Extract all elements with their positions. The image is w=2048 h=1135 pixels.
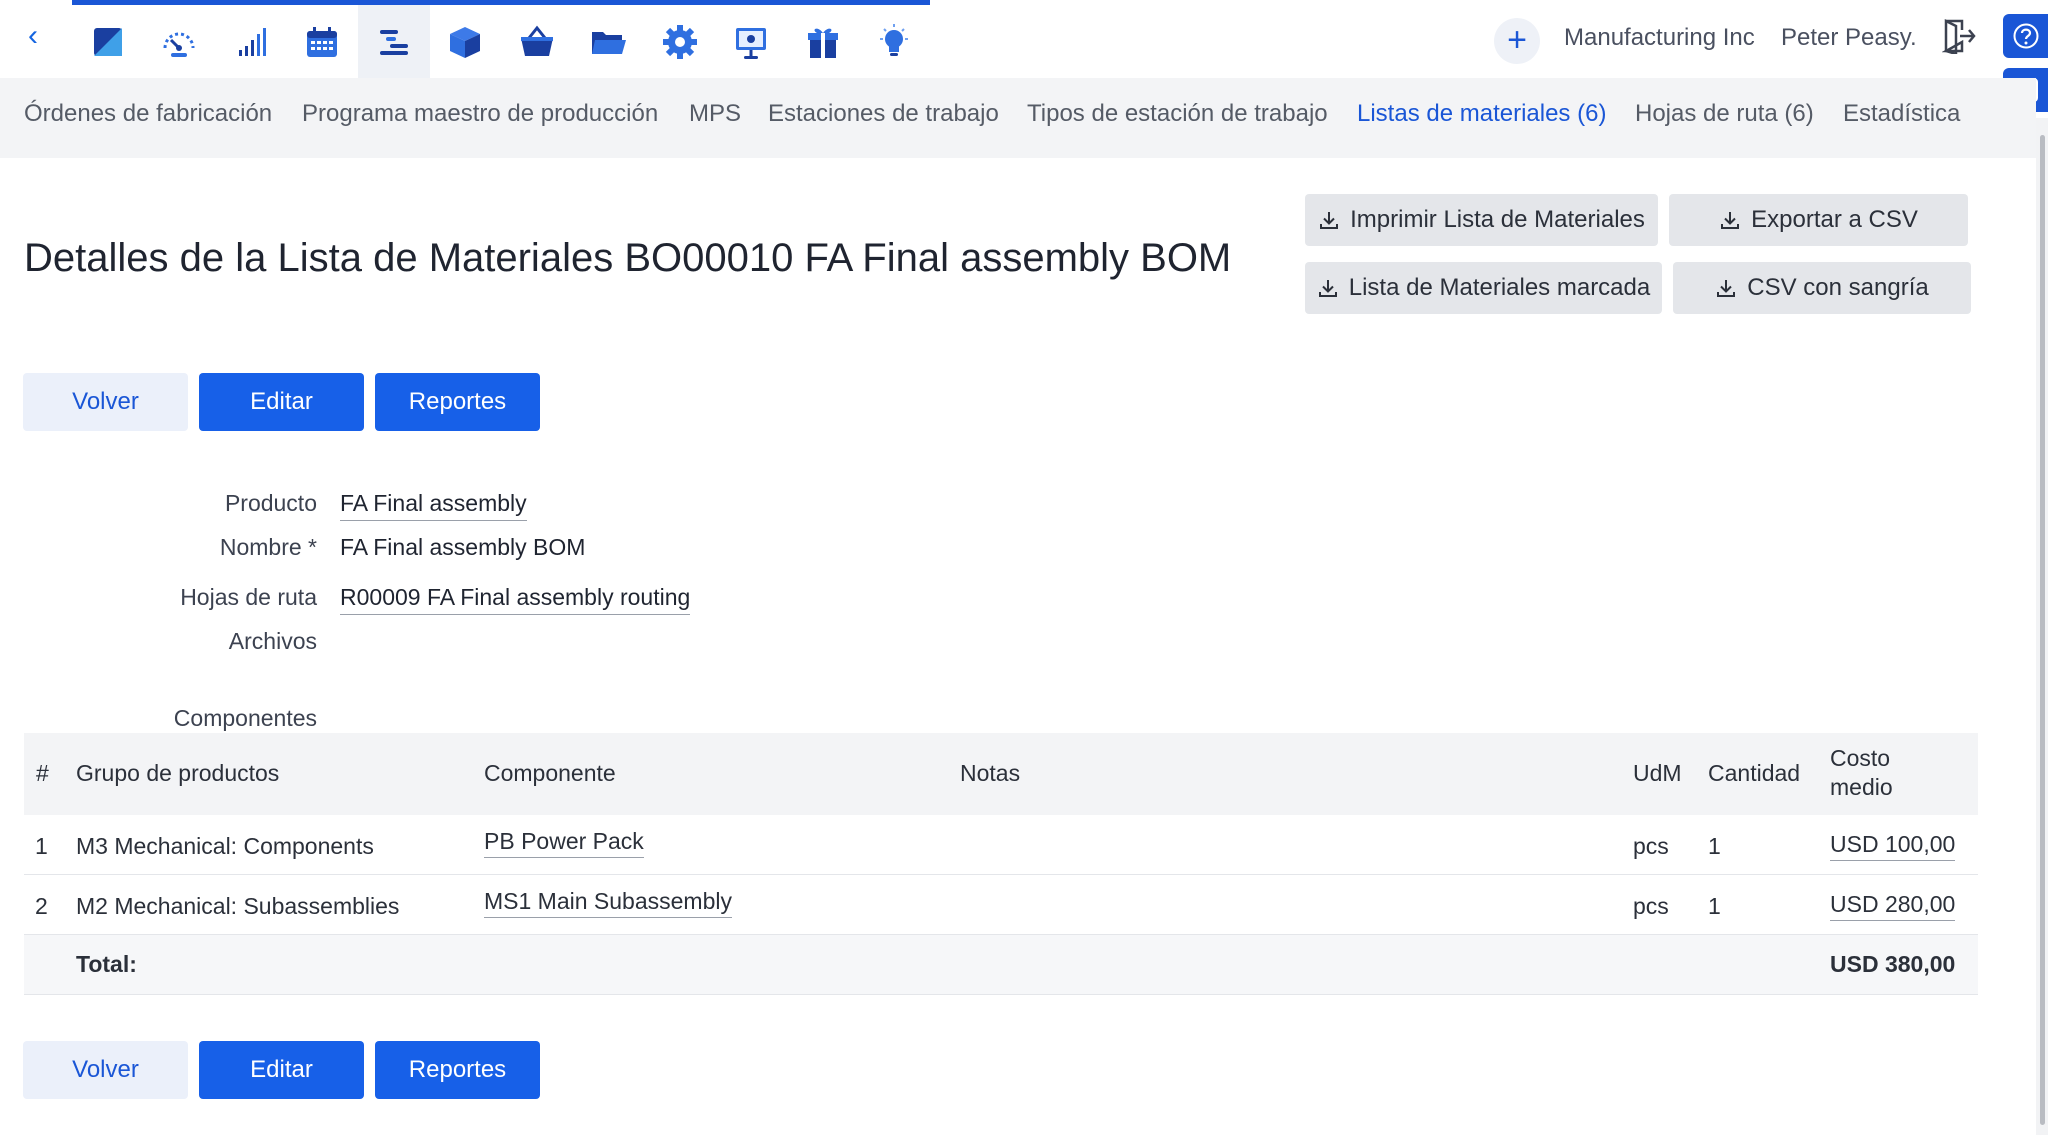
subnav-workstation-types[interactable]: Tipos de estación de trabajo [1027,100,1328,128]
name-label: Nombre * [219,534,317,560]
download-icon [1318,280,1337,297]
module-presentation[interactable] [716,5,788,78]
row-uom: pcs [1633,893,1669,919]
indented-csv-button[interactable]: CSV con sangría [1673,262,1971,314]
back-button[interactable]: Volver [23,373,188,431]
subnav-bills-of-materials[interactable]: Listas de materiales (6) [1357,100,1606,128]
row-quantity: 1 [1708,893,1721,919]
module-dashboard[interactable] [144,5,216,78]
bar-chart-icon [238,27,266,56]
header-uom: UdM [1633,760,1682,786]
module-rewards[interactable] [787,5,859,78]
presentation-icon [736,27,767,59]
module-production[interactable] [358,5,430,78]
reports-button[interactable]: Reportes [375,373,540,431]
logout-icon[interactable] [1942,18,1976,54]
top-bar: ‹ + Manufacturing Inc Peter Peasy. [0,0,2048,78]
header-component: Componente [484,760,616,786]
add-new-button[interactable]: + [1494,18,1540,64]
header-average-cost-line1: Costo [1830,745,1891,771]
module-logo[interactable] [72,5,144,78]
marked-bom-button[interactable]: Lista de Materiales marcada [1305,262,1662,314]
row-product-group: M2 Mechanical: Subassemblies [76,893,400,919]
table-row: 2 M2 Mechanical: Subassemblies MS1 Main … [24,875,1978,935]
download-icon [1721,212,1740,229]
module-inventory[interactable] [430,5,502,78]
module-settings[interactable] [644,5,716,78]
scrollbar-thumb[interactable] [2040,135,2045,1125]
inventory-box-icon [450,26,481,58]
print-bom-button[interactable]: Imprimir Lista de Materiales [1305,194,1658,246]
dashboard-gauge-icon [163,32,195,57]
export-csv-label: Exportar a CSV [1751,206,1918,233]
download-icon [1320,212,1339,229]
reports-button-bottom[interactable]: Reportes [375,1041,540,1099]
back-chevron-icon[interactable]: ‹ [28,21,48,51]
production-planning-icon [379,29,408,55]
routing-link[interactable]: R00009 FA Final assembly routing [340,584,691,615]
module-statistics[interactable] [215,5,287,78]
total-label: Total: [76,951,137,977]
module-ideas[interactable] [859,5,931,78]
company-name[interactable]: Manufacturing Inc [1564,24,1755,52]
help-tab[interactable] [2003,14,2048,58]
marked-bom-label: Lista de Materiales marcada [1348,274,1651,301]
row-average-cost-link[interactable]: USD 100,00 [1830,831,1956,861]
calendar-icon [307,26,338,57]
row-average-cost-link[interactable]: USD 280,00 [1830,891,1956,921]
edit-button-bottom[interactable]: Editar [199,1041,364,1099]
sub-navigation: Órdenes de fabricación Programa maestro … [0,78,2036,158]
header-average-cost-line2: medio [1830,774,1893,800]
back-button-bottom[interactable]: Volver [23,1041,188,1099]
page-title: Detalles de la Lista de Materiales BO000… [24,236,1232,280]
help-question-icon [2013,23,2038,49]
indented-csv-label: CSV con sangría [1747,274,1929,301]
row-quantity: 1 [1708,833,1721,859]
row-number: 2 [35,893,48,919]
product-link[interactable]: FA Final assembly [340,490,527,521]
print-bom-label: Imprimir Lista de Materiales [1350,206,1645,233]
row-uom: pcs [1633,833,1669,859]
product-label: Producto [224,490,317,516]
name-value: FA Final assembly BOM [340,534,586,560]
header-notes: Notas [960,760,1021,786]
subnav-routings[interactable]: Hojas de ruta (6) [1635,100,1814,128]
module-switcher [72,0,930,78]
gift-icon [807,28,838,58]
basket-icon [520,25,553,56]
user-name[interactable]: Peter Peasy. [1781,24,1917,52]
row-product-group: M3 Mechanical: Components [76,833,374,859]
subnav-master-production-schedule[interactable]: Programa maestro de producción [302,100,658,128]
module-files[interactable] [573,5,645,78]
subnav-statistics[interactable]: Estadística [1843,100,1960,128]
header-number: # [36,760,49,786]
folder-icon [592,31,627,54]
files-label: Archivos [228,628,317,654]
module-calendar[interactable] [287,5,359,78]
table-row: 1 M3 Mechanical: Components PB Power Pac… [24,815,1978,875]
logo-icon [93,27,122,56]
total-value: USD 380,00 [1830,951,1956,977]
row-component-link[interactable]: PB Power Pack [484,828,644,858]
header-product-group: Grupo de productos [76,760,280,786]
lightbulb-icon [880,23,909,56]
components-label: Componentes [173,705,317,731]
subnav-manufacturing-orders[interactable]: Órdenes de fabricación [24,100,272,128]
module-purchasing[interactable] [501,5,573,78]
row-number: 1 [35,833,48,859]
subnav-workstations[interactable]: Estaciones de trabajo [768,100,999,128]
download-icon [1717,280,1736,297]
settings-gear-icon [662,24,697,59]
row-component-link[interactable]: MS1 Main Subassembly [484,888,732,918]
export-csv-button[interactable]: Exportar a CSV [1669,194,1968,246]
subnav-mps[interactable]: MPS [689,100,741,128]
routing-label: Hojas de ruta [180,584,317,610]
header-quantity: Cantidad [1708,760,1801,786]
edit-button[interactable]: Editar [199,373,364,431]
table-total-row: Total: USD 380,00 [24,935,1978,995]
table-header: # Grupo de productos Componente Notas Ud… [24,733,1978,815]
